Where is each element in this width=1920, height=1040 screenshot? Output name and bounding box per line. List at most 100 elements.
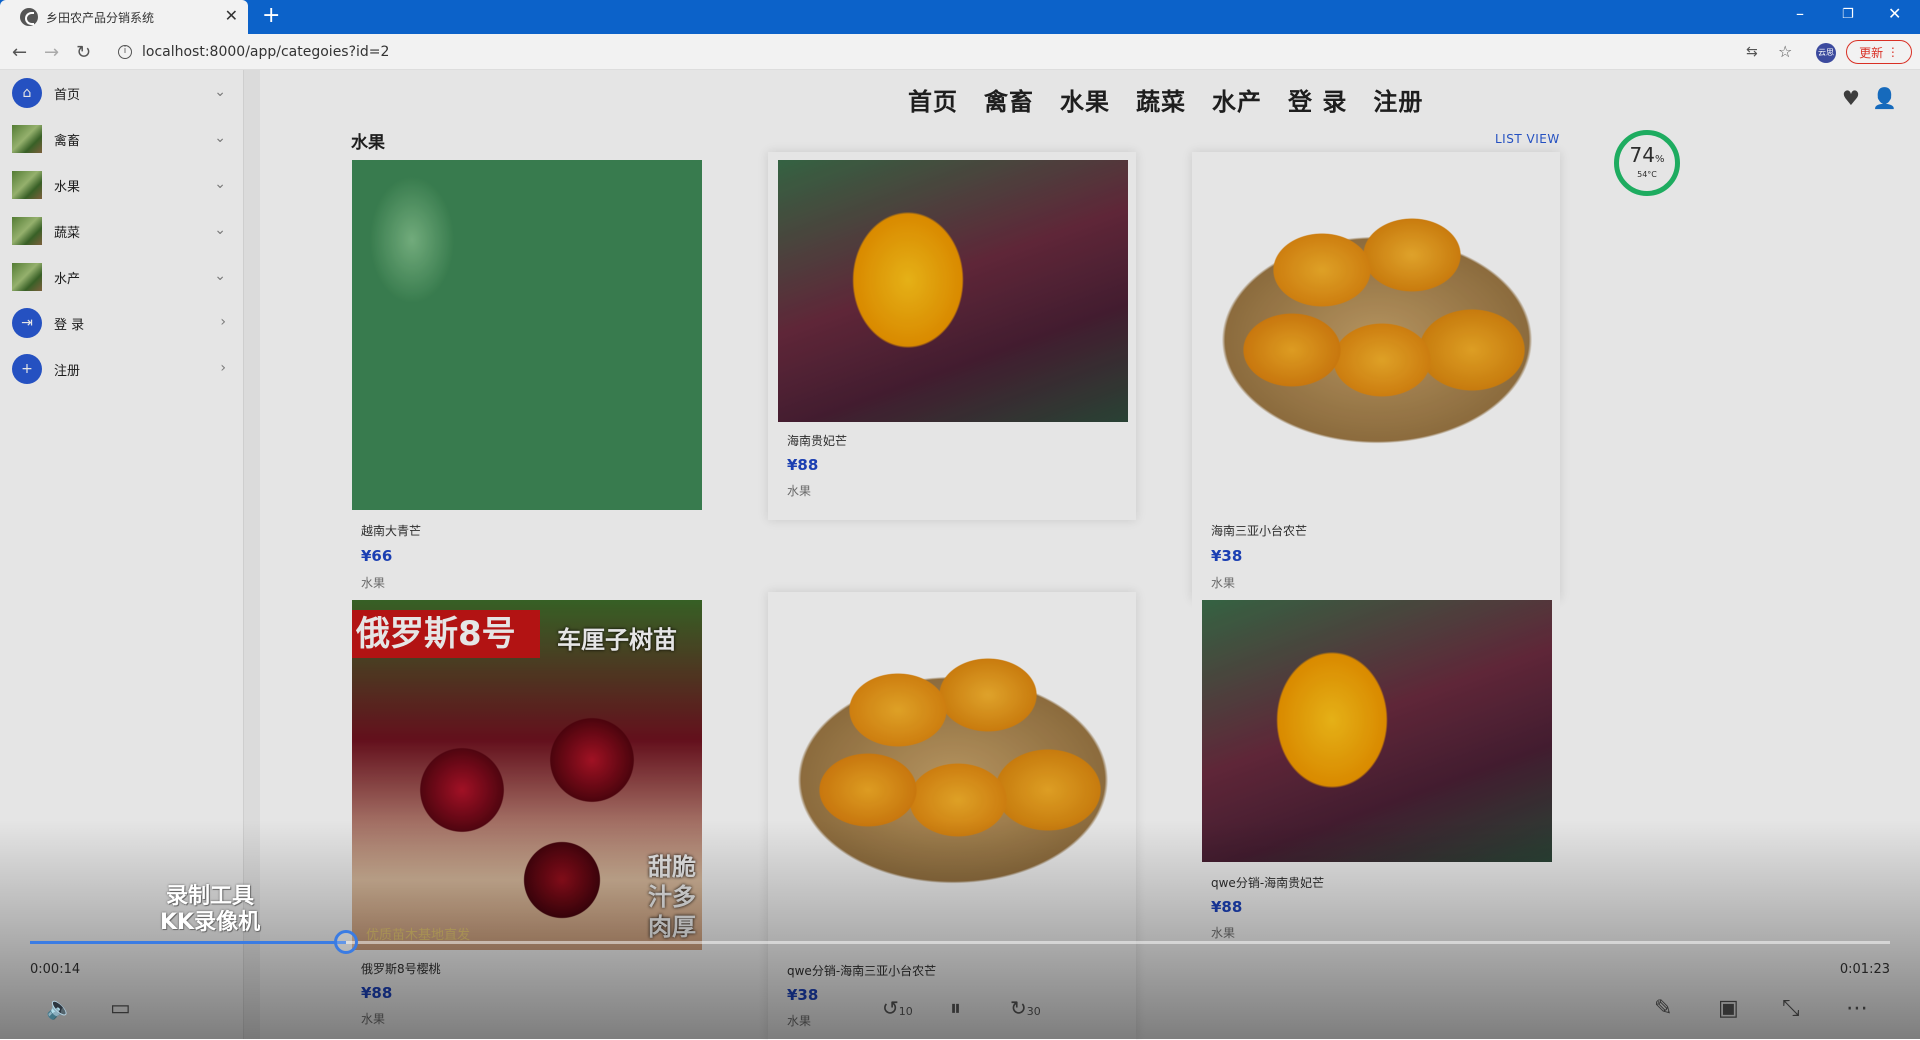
progress-handle[interactable] [334,930,359,954]
profile-avatar[interactable]: 云思 [1816,43,1836,63]
sidebar-item-fruit[interactable]: 水果 ⌄ [0,162,244,208]
sidebar-item-login[interactable]: ⇥ 登 录 › [0,300,244,346]
sidebar-item-label: 登 录 [54,317,85,333]
user-icon[interactable]: 👤 [1872,86,1897,110]
rewind-label: 10 [898,1005,913,1018]
chevron-right-icon[interactable]: › [220,360,226,376]
product-name[interactable]: 海南贵妃芒 [787,432,847,449]
product-card[interactable]: 海南三亚小台农芒 ¥38 水果 [1192,152,1560,600]
product-image[interactable] [1202,160,1552,510]
product-price: ¥66 [361,547,393,565]
chevron-down-icon[interactable]: ⌄ [214,130,226,146]
product-card[interactable]: 越南大青芒 ¥66 水果 [342,160,710,600]
exit-fullscreen-icon[interactable]: ⤡ [1782,996,1800,1021]
close-window-icon[interactable]: ✕ [1888,4,1901,23]
home-icon: ⌂ [12,78,42,108]
product-name[interactable]: 俄罗斯8号樱桃 [361,960,441,977]
browser-tab[interactable]: 乡田农产品分销系统 ✕ [0,0,248,34]
product-category: 水果 [787,1014,812,1028]
sidebar-item-label: 蔬菜 [54,225,81,241]
forward-30-icon[interactable]: ↻30 [1010,996,1041,1020]
image-banner-text: 俄罗斯8号 [352,610,540,658]
product-card[interactable]: 海南贵妃芒 ¥88 水果 [768,152,1136,520]
nav-aquatic[interactable]: 水产 [1212,82,1262,117]
sidebar-item-home[interactable]: ⌂ 首页 ⌄ [0,70,244,116]
product-name[interactable]: 越南大青芒 [361,522,421,539]
sidebar-item-livestock[interactable]: 禽畜 ⌄ [0,116,244,162]
back-icon[interactable]: ← [12,42,27,63]
watermark-line: KK录像机 [160,910,261,935]
restore-icon[interactable]: ❐ [1842,7,1854,22]
product-image[interactable] [352,160,702,510]
list-view-link[interactable]: LIST VIEW [1495,132,1560,146]
product-name[interactable]: qwe分销-海南三亚小台农芒 [787,962,936,979]
sidebar-item-aquatic[interactable]: 水产 ⌄ [0,254,244,300]
main-content: 首页 禽畜 水果 蔬菜 水产 登 录 注册 ♥ 👤 水果 LIST VIEW 越… [260,70,1920,1040]
rewind-10-icon[interactable]: ↺10 [882,996,913,1020]
gauge-percent: 74 [1629,143,1655,167]
close-tab-icon[interactable]: ✕ [225,6,238,25]
total-time: 0:01:23 [1839,962,1890,977]
update-button[interactable]: 更新 ⋮ [1846,40,1912,64]
product-category: 水果 [1211,926,1236,940]
address-bar: ← → ↻ i localhost:8000/app/categoies?id=… [0,34,1920,70]
product-card[interactable]: qwe分销-海南三亚小台农芒 ¥38 水果 [768,592,1136,1040]
performance-gauge[interactable]: 74% 54°C [1614,130,1680,196]
translate-icon[interactable]: ⇆ [1746,44,1758,60]
nav-vegetables[interactable]: 蔬菜 [1136,82,1186,117]
chevron-down-icon[interactable]: ⌄ [214,176,226,192]
site-info-icon[interactable]: i [118,45,132,59]
progress-bar[interactable] [30,930,1890,954]
volume-icon[interactable]: 🔈 [46,996,73,1021]
chevron-down-icon[interactable]: ⌄ [214,84,226,100]
product-category: 水果 [361,1012,386,1026]
nav-fruit[interactable]: 水果 [1060,82,1110,117]
chevron-down-icon[interactable]: ⌄ [214,222,226,238]
tab-title: 乡田农产品分销系统 [46,10,155,25]
product-category: 水果 [787,484,812,498]
product-name[interactable]: 海南三亚小台农芒 [1211,522,1307,539]
chevron-right-icon[interactable]: › [220,314,226,330]
sidebar-item-label: 水产 [54,271,81,287]
chevron-down-icon[interactable]: ⌄ [214,268,226,284]
nav-home[interactable]: 首页 [908,82,958,117]
mini-player-icon[interactable]: ▣ [1718,996,1739,1021]
nav-livestock[interactable]: 禽畜 [984,82,1034,117]
reload-icon[interactable]: ↻ [76,42,91,63]
sidebar-item-vegetables[interactable]: 蔬菜 ⌄ [0,208,244,254]
sidebar-item-register[interactable]: + 注册 › [0,346,244,392]
subtitles-icon[interactable]: ▭ [110,996,131,1021]
update-label: 更新 [1859,45,1884,60]
heart-icon[interactable]: ♥ [1842,86,1860,110]
product-card[interactable]: 俄罗斯8号 车厘子树苗 甜脆汁多肉厚 优质苗木基地直发 俄罗斯8号樱桃 ¥88 … [342,600,710,1040]
url-field[interactable]: i localhost:8000/app/categoies?id=2 [108,39,1748,65]
product-category: 水果 [361,576,386,590]
product-card[interactable]: qwe分销-海南贵妃芒 ¥88 水果 [1192,600,1560,968]
section-title: 水果 [351,133,385,153]
current-time: 0:00:14 [30,962,81,977]
product-price: ¥38 [787,986,819,1004]
forward-icon[interactable]: → [44,42,59,63]
product-image[interactable] [1202,600,1552,862]
product-image[interactable] [778,160,1128,422]
forward-label: 30 [1026,1005,1041,1018]
minimize-icon[interactable]: – [1796,4,1804,23]
sidebar-item-label: 禽畜 [54,133,81,149]
login-icon: ⇥ [12,308,42,338]
add-user-icon: + [12,354,42,384]
new-tab-icon[interactable]: + [262,4,280,28]
product-price: ¥38 [1211,547,1243,565]
pen-icon[interactable]: ✎ [1654,996,1672,1021]
product-image[interactable]: 俄罗斯8号 车厘子树苗 甜脆汁多肉厚 优质苗木基地直发 [352,600,702,950]
pause-icon[interactable]: ⏸ [950,996,961,1021]
bookmark-star-icon[interactable]: ☆ [1778,42,1792,61]
product-name[interactable]: qwe分销-海南贵妃芒 [1211,874,1324,891]
image-sub-text: 车厘子树苗 [557,626,677,654]
product-category: 水果 [1211,576,1236,590]
more-options-icon[interactable]: ⋯ [1846,996,1868,1021]
watermark-line: 录制工具 [166,884,255,909]
product-image[interactable] [778,600,1128,950]
nav-login[interactable]: 登 录 [1288,82,1347,117]
nav-register[interactable]: 注册 [1373,82,1423,117]
gauge-percent-unit: % [1654,154,1665,165]
